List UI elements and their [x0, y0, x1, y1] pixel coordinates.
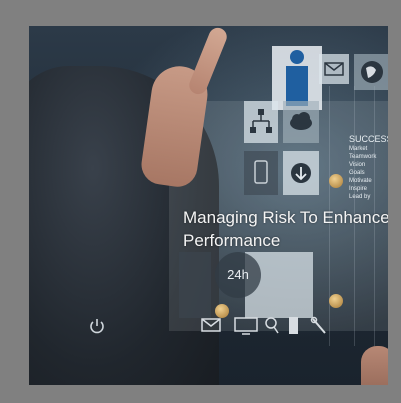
tool-icon: [310, 316, 328, 341]
success-item: Goals: [349, 170, 365, 176]
monitor-icon: [233, 316, 259, 341]
success-panel: SUCCESS Market Teamwork Vision Goals Mot…: [349, 134, 388, 208]
search-icon: [264, 316, 280, 341]
globe-icon: [354, 54, 388, 90]
mail-icon: [319, 54, 349, 84]
cloud-icon: [283, 101, 319, 143]
phone-icon: [244, 151, 278, 195]
success-item: Lead by: [349, 194, 371, 200]
org-chart-icon: [244, 101, 278, 143]
success-item: Inspire: [349, 186, 368, 192]
headline-line-1: Managing Risk To Enhance: [183, 208, 388, 227]
mail-icon: [200, 316, 222, 339]
success-item: Teamwork: [349, 154, 377, 160]
success-item: Market: [349, 146, 368, 152]
headline: Managing Risk To Enhance Performance: [183, 206, 388, 252]
power-icon: [87, 316, 107, 336]
bottom-icon-row: [200, 316, 340, 338]
success-title: SUCCESS: [349, 134, 388, 144]
24-hour-badge: 24h: [215, 252, 261, 298]
pointing-finger: [186, 26, 230, 97]
headline-line-2: Performance: [183, 231, 281, 250]
coin-icon: [329, 294, 343, 308]
success-item: Vision: [349, 162, 366, 168]
second-hand: [361, 346, 388, 385]
glass-tile: [179, 252, 211, 318]
download-icon: [283, 151, 319, 195]
success-item: Motivate: [349, 178, 372, 184]
phone-icon: [288, 316, 300, 341]
coin-icon: [329, 174, 343, 188]
image-frame: SUCCESS Market Teamwork Vision Goals Mot…: [0, 0, 401, 403]
